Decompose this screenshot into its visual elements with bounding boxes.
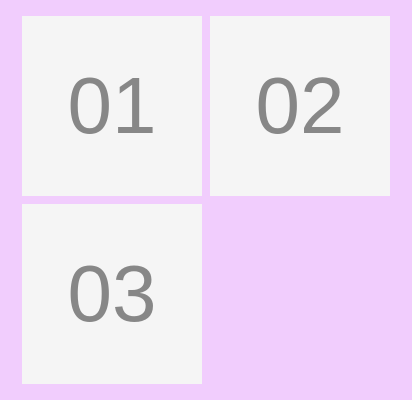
tile-03[interactable]: 03 [22, 204, 202, 384]
tile-label: 01 [67, 61, 157, 150]
tile-01[interactable]: 01 [22, 16, 202, 196]
tile-grid: 01 02 03 [22, 16, 390, 384]
tile-label: 03 [67, 249, 157, 338]
tile-02[interactable]: 02 [210, 16, 390, 196]
tile-label: 02 [255, 61, 345, 150]
